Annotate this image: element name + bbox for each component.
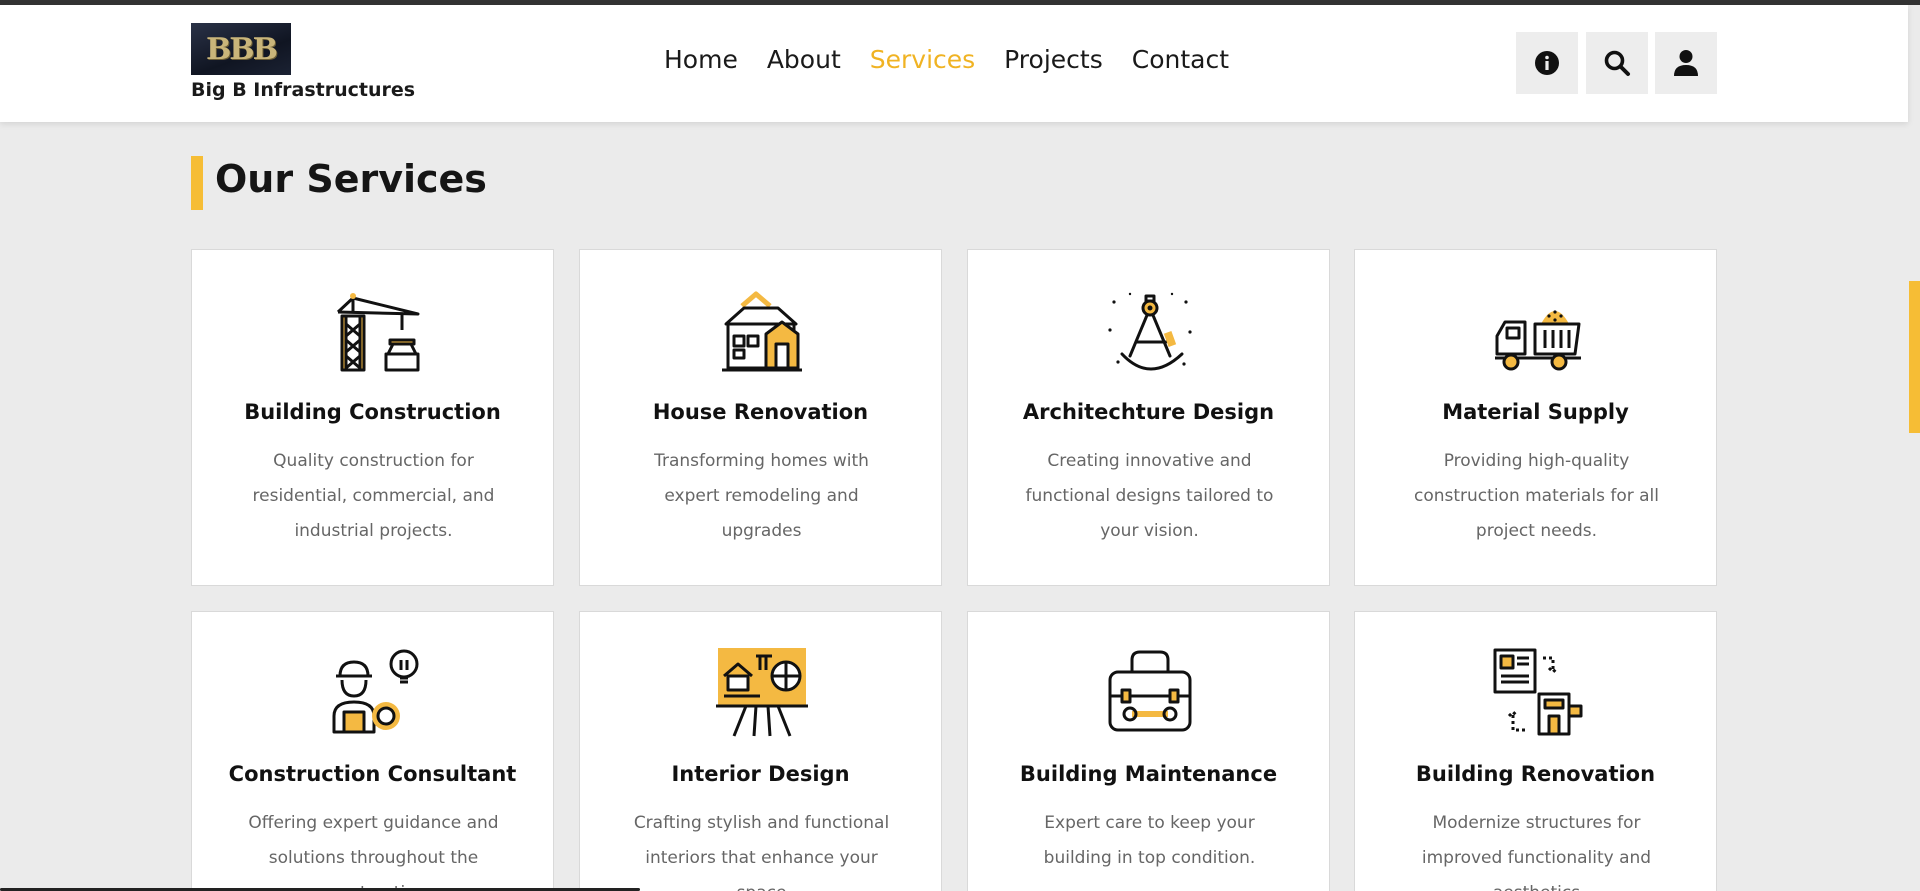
renovation-icon	[1493, 648, 1583, 736]
user-icon	[1674, 50, 1698, 76]
section-accent-bar	[191, 156, 203, 210]
toolbox-icon	[1108, 650, 1192, 732]
info-button[interactable]	[1516, 32, 1578, 94]
service-card-material-supply[interactable]: Material Supply Providing high-quality c…	[1354, 249, 1717, 586]
service-title: Building Construction	[244, 400, 501, 424]
consultant-icon	[332, 649, 419, 734]
nav-projects[interactable]: Projects	[1004, 45, 1103, 74]
service-description: Transforming homes with expert remodelin…	[654, 451, 869, 541]
nav-contact[interactable]: Contact	[1132, 45, 1229, 74]
service-description: Offering expert guidance and solutions t…	[248, 813, 499, 891]
logo[interactable]: BBB	[191, 23, 291, 75]
service-title: Building Maintenance	[1019, 762, 1278, 786]
service-description: Quality construction for residential, co…	[252, 451, 495, 541]
info-icon	[1535, 51, 1559, 75]
service-title: House Renovation	[652, 400, 869, 424]
easel-icon	[716, 648, 808, 737]
service-title: Architechture Design	[1022, 400, 1275, 424]
service-card-architecture-design[interactable]: Architechture Design Creating innovative…	[967, 249, 1330, 586]
service-title: Construction Consultant	[228, 762, 517, 786]
section-title: Our Services	[215, 157, 487, 201]
crane-icon	[336, 293, 420, 372]
nav-services[interactable]: Services	[870, 45, 975, 74]
service-card-building-renovation[interactable]: Building Renovation Modernize structures…	[1354, 611, 1717, 891]
service-description: Crafting stylish and functional interior…	[633, 813, 890, 891]
brand-name: Big B Infrastructures	[191, 79, 416, 101]
search-button[interactable]	[1586, 32, 1648, 94]
account-button[interactable]	[1655, 32, 1717, 94]
service-card-building-construction[interactable]: Building Construction Quality constructi…	[191, 249, 554, 586]
service-title: Material Supply	[1442, 400, 1629, 424]
search-icon	[1604, 50, 1630, 76]
main-nav: Home About Services Projects Contact	[664, 45, 1229, 74]
nav-about[interactable]: About	[767, 45, 841, 74]
service-title: Building Renovation	[1415, 762, 1656, 786]
nav-home[interactable]: Home	[664, 45, 738, 74]
site-header: BBB Big B Infrastructures Home About Ser…	[0, 5, 1908, 122]
truck-icon	[1495, 310, 1581, 371]
service-description: Creating innovative and functional desig…	[1025, 451, 1274, 541]
service-card-interior-design[interactable]: Interior Design Crafting stylish and fun…	[579, 611, 942, 891]
service-card-construction-consultant[interactable]: Construction Consultant Offering expert …	[191, 611, 554, 891]
service-title: Interior Design	[671, 762, 850, 786]
service-description: Providing high-quality construction mate…	[1414, 451, 1659, 541]
side-scroll-tab[interactable]	[1909, 281, 1920, 433]
service-description: Modernize structures for improved functi…	[1421, 813, 1652, 891]
service-description: Expert care to keep your building in top…	[1043, 813, 1256, 868]
service-card-building-maintenance[interactable]: Building Maintenance Expert care to keep…	[967, 611, 1330, 891]
service-card-house-renovation[interactable]: House Renovation Transforming homes with…	[579, 249, 942, 586]
house-icon	[722, 291, 802, 372]
compass-icon	[1108, 292, 1192, 371]
